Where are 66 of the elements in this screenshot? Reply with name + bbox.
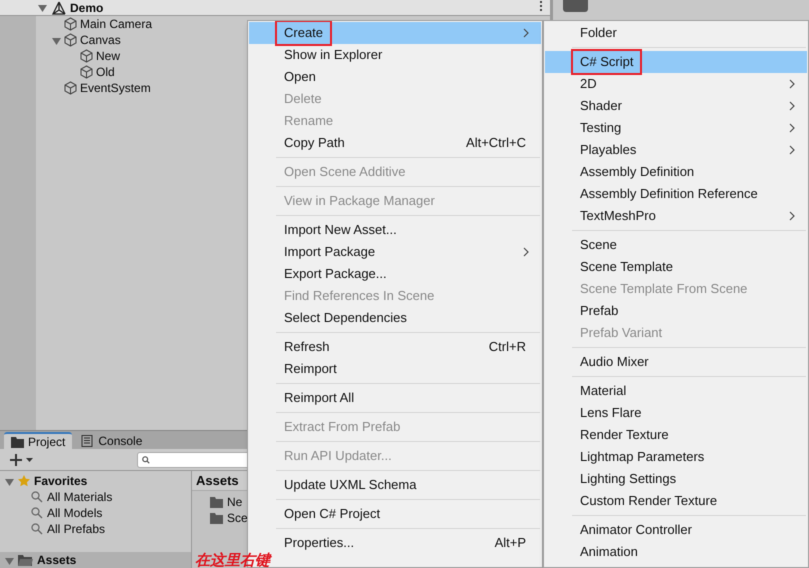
game-object-label[interactable]: EventSystem	[80, 79, 151, 97]
menu-item[interactable]: Audio Mixer	[545, 351, 807, 373]
search-icon	[31, 507, 43, 519]
tree-item[interactable]: All Models	[47, 504, 102, 522]
cube-icon	[80, 49, 93, 63]
menu-item[interactable]: Render Texture	[545, 424, 807, 446]
folder-icon	[210, 512, 223, 524]
game-object-label[interactable]: Canvas	[80, 31, 121, 49]
menu-item[interactable]: Material	[545, 380, 807, 402]
menu-item[interactable]: Lightmap Parameters	[545, 446, 807, 468]
menu-item[interactable]: Import Package	[249, 241, 541, 263]
menu-item[interactable]: Assembly Definition Reference	[545, 183, 807, 205]
menu-item[interactable]: Shader	[545, 95, 807, 117]
game-object-label[interactable]: Main Camera	[80, 15, 152, 33]
search-icon	[142, 456, 150, 464]
menu-item[interactable]: Custom Render Texture	[545, 490, 807, 512]
menu-item[interactable]: Reimport	[249, 358, 541, 380]
menu-item[interactable]: Lens Flare	[545, 402, 807, 424]
breadcrumb[interactable]: Assets	[192, 470, 239, 490]
toolbar-block	[563, 0, 588, 12]
menu-item[interactable]: Lighting Settings	[545, 468, 807, 490]
menu-item[interactable]: Create	[249, 22, 541, 44]
menu-item[interactable]: TextMeshPro	[545, 205, 807, 227]
tree-item[interactable]: Favorites	[34, 472, 88, 490]
tree-item[interactable]: All Materials	[47, 488, 112, 506]
star-icon	[18, 475, 30, 487]
menu-item[interactable]: Folder	[545, 22, 807, 44]
scene-name: Demo	[70, 0, 104, 16]
menu-item[interactable]: Open C# Project	[249, 503, 541, 525]
panel-tab[interactable]: Project	[4, 432, 72, 449]
search-icon	[31, 491, 43, 503]
menu-item[interactable]: Scene Template	[545, 256, 807, 278]
folder-icon	[210, 496, 223, 508]
menu-item[interactable]: Copy Path Alt+Ctrl+C	[249, 132, 541, 154]
file-name[interactable]: Ne	[227, 493, 242, 511]
menu-item[interactable]: Scene	[545, 234, 807, 256]
menu-item[interactable]: Import New Asset...	[249, 219, 541, 241]
menu-item[interactable]: Export Package...	[249, 263, 541, 285]
cube-icon	[64, 33, 77, 47]
menu-item[interactable]: Playables	[545, 139, 807, 161]
cube-icon	[64, 81, 77, 95]
add-button[interactable]	[10, 452, 36, 466]
menu-item[interactable]: Select Dependencies	[249, 307, 541, 329]
game-object-label[interactable]: Old	[96, 63, 115, 81]
game-object-label[interactable]: New	[96, 47, 120, 65]
list-icon	[81, 434, 94, 446]
folder-icon	[18, 554, 33, 566]
cube-icon	[64, 17, 77, 31]
menu-item[interactable]: 2D	[545, 73, 807, 95]
file-name[interactable]: Sce	[227, 509, 248, 527]
menu-item[interactable]: Prefab	[545, 300, 807, 322]
menu-item[interactable]: Assembly Definition	[545, 161, 807, 183]
menu-item[interactable]: C# Script	[545, 51, 807, 73]
annotation-text: 在这里右键	[195, 553, 270, 568]
menu-item[interactable]: Properties... Alt+P	[249, 532, 541, 554]
menu-item[interactable]: Testing	[545, 117, 807, 139]
tree-item[interactable]: All Prefabs	[47, 520, 106, 538]
search-icon	[31, 523, 43, 535]
cube-icon	[80, 65, 93, 79]
menu-item[interactable]: Show in Explorer	[249, 44, 541, 66]
menu-item[interactable]: Open	[249, 66, 541, 88]
menu-item[interactable]: Animator Controller	[545, 519, 807, 541]
menu-item[interactable]: Animation	[545, 541, 807, 563]
menu-item[interactable]: Refresh Ctrl+R	[249, 336, 541, 358]
menu-item[interactable]: Update UXML Schema	[249, 474, 541, 496]
menu-item[interactable]: Reimport All	[249, 387, 541, 409]
